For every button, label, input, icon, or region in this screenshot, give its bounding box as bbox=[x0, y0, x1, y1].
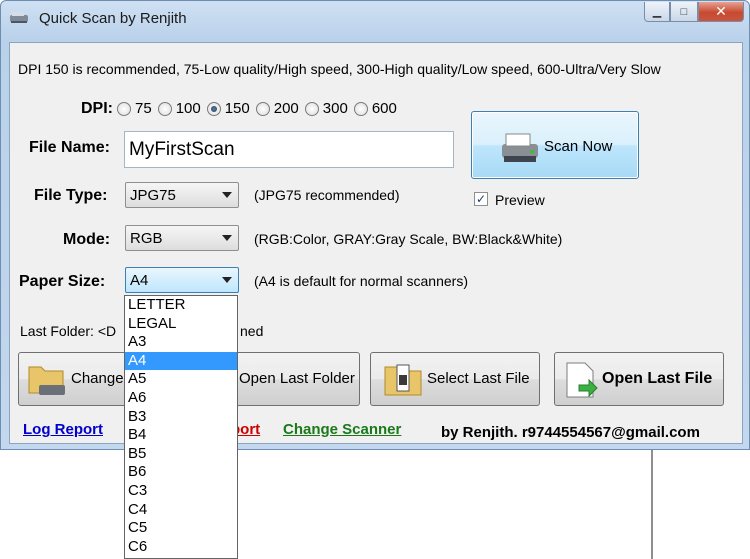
open-file-icon bbox=[566, 362, 598, 398]
dpi-option-200[interactable]: 200 bbox=[255, 100, 299, 117]
file-type-select[interactable]: JPG75 bbox=[125, 182, 239, 208]
file-name-label: File Name: bbox=[29, 139, 110, 156]
scanner-icon bbox=[502, 133, 538, 162]
radio-icon[interactable] bbox=[353, 101, 368, 116]
preview-label: Preview bbox=[495, 192, 545, 208]
title-bar[interactable]: Quick Scan by Renjith ▁ □ ✕ bbox=[1, 1, 749, 35]
scanner-app-icon bbox=[10, 12, 28, 23]
chevron-down-icon bbox=[222, 235, 232, 241]
file-type-hint: (JPG75 recommended) bbox=[254, 187, 400, 203]
info-text: DPI 150 is recommended, 75-Low quality/H… bbox=[18, 61, 661, 77]
list-item[interactable]: LEGAL bbox=[125, 315, 237, 334]
minimize-button[interactable]: ▁ bbox=[644, 2, 670, 22]
credit-text: by Renjith. r9744554567@gmail.com bbox=[441, 424, 700, 441]
select-last-file-button[interactable]: Select Last File bbox=[370, 352, 540, 406]
close-button[interactable]: ✕ bbox=[698, 2, 744, 22]
last-folder-path-tail: ned bbox=[240, 323, 264, 339]
list-item[interactable]: B3 bbox=[125, 408, 237, 427]
dpi-option-600[interactable]: 600 bbox=[353, 100, 397, 117]
open-last-file-button[interactable]: Open Last File bbox=[554, 352, 724, 406]
paper-size-select[interactable]: A4 bbox=[125, 267, 239, 293]
list-item[interactable]: A3 bbox=[125, 333, 237, 352]
list-item[interactable]: B6 bbox=[125, 463, 237, 482]
list-item[interactable]: B5 bbox=[125, 445, 237, 464]
open-last-folder-label: Open Last Folder bbox=[239, 370, 355, 387]
dpi-option-150[interactable]: 150 bbox=[206, 100, 250, 117]
list-item[interactable]: A6 bbox=[125, 389, 237, 408]
change-folder-label: Change bbox=[71, 370, 124, 387]
dpi-option-300[interactable]: 300 bbox=[304, 100, 348, 117]
change-scanner-link[interactable]: Change Scanner bbox=[283, 421, 401, 438]
window-title: Quick Scan by Renjith bbox=[39, 10, 187, 27]
open-last-file-label: Open Last File bbox=[602, 370, 713, 387]
paper-size-dropdown-list[interactable]: LETTER LEGAL A3 A4 A5 A6 B3 B4 B5 B6 C3 … bbox=[124, 295, 238, 559]
folder-scanner-icon bbox=[28, 366, 65, 395]
list-item[interactable]: B4 bbox=[125, 426, 237, 445]
list-item[interactable]: C4 bbox=[125, 501, 237, 520]
radio-icon[interactable] bbox=[117, 101, 131, 116]
radio-icon[interactable] bbox=[255, 101, 270, 116]
dpi-label: DPI: bbox=[81, 100, 113, 117]
dpi-option-100[interactable]: 100 bbox=[157, 100, 201, 117]
chevron-down-icon bbox=[222, 277, 232, 283]
list-item[interactable]: C3 bbox=[125, 482, 237, 501]
mode-label: Mode: bbox=[63, 231, 111, 248]
radio-checked-icon[interactable] bbox=[206, 101, 221, 116]
file-name-input[interactable]: MyFirstScan bbox=[124, 131, 454, 168]
list-item[interactable]: LETTER bbox=[125, 296, 237, 315]
maximize-button[interactable]: □ bbox=[670, 2, 698, 22]
preview-checkbox[interactable]: ✓ bbox=[474, 192, 488, 206]
radio-icon[interactable] bbox=[157, 101, 172, 116]
file-type-label: File Type: bbox=[34, 187, 108, 204]
list-item-selected[interactable]: A4 bbox=[125, 351, 237, 371]
log-report-link[interactable]: Log Report bbox=[23, 421, 103, 438]
list-item[interactable]: A5 bbox=[125, 370, 237, 389]
radio-icon[interactable] bbox=[304, 101, 319, 116]
list-item[interactable]: C5 bbox=[125, 519, 237, 538]
paper-size-hint: (A4 is default for normal scanners) bbox=[254, 273, 468, 289]
scan-now-button[interactable]: Scan Now bbox=[471, 111, 639, 179]
background-line bbox=[651, 450, 653, 559]
mode-hint: (RGB:Color, GRAY:Gray Scale, BW:Black&Wh… bbox=[254, 231, 563, 247]
paper-size-label: Paper Size: bbox=[19, 273, 106, 290]
folder-file-icon bbox=[384, 364, 422, 396]
list-item[interactable]: C6 bbox=[125, 538, 237, 557]
app-window: Quick Scan by Renjith ▁ □ ✕ DPI 150 is r… bbox=[0, 0, 750, 450]
select-last-file-label: Select Last File bbox=[427, 370, 530, 387]
chevron-down-icon bbox=[222, 192, 232, 198]
last-folder-label: Last Folder: <D bbox=[20, 323, 117, 339]
mode-select[interactable]: RGB bbox=[125, 225, 239, 251]
dpi-radio-group: 75 100 150 200 300 600 bbox=[117, 100, 403, 117]
scan-now-label: Scan Now bbox=[544, 138, 613, 155]
dpi-option-75[interactable]: 75 bbox=[117, 100, 152, 117]
